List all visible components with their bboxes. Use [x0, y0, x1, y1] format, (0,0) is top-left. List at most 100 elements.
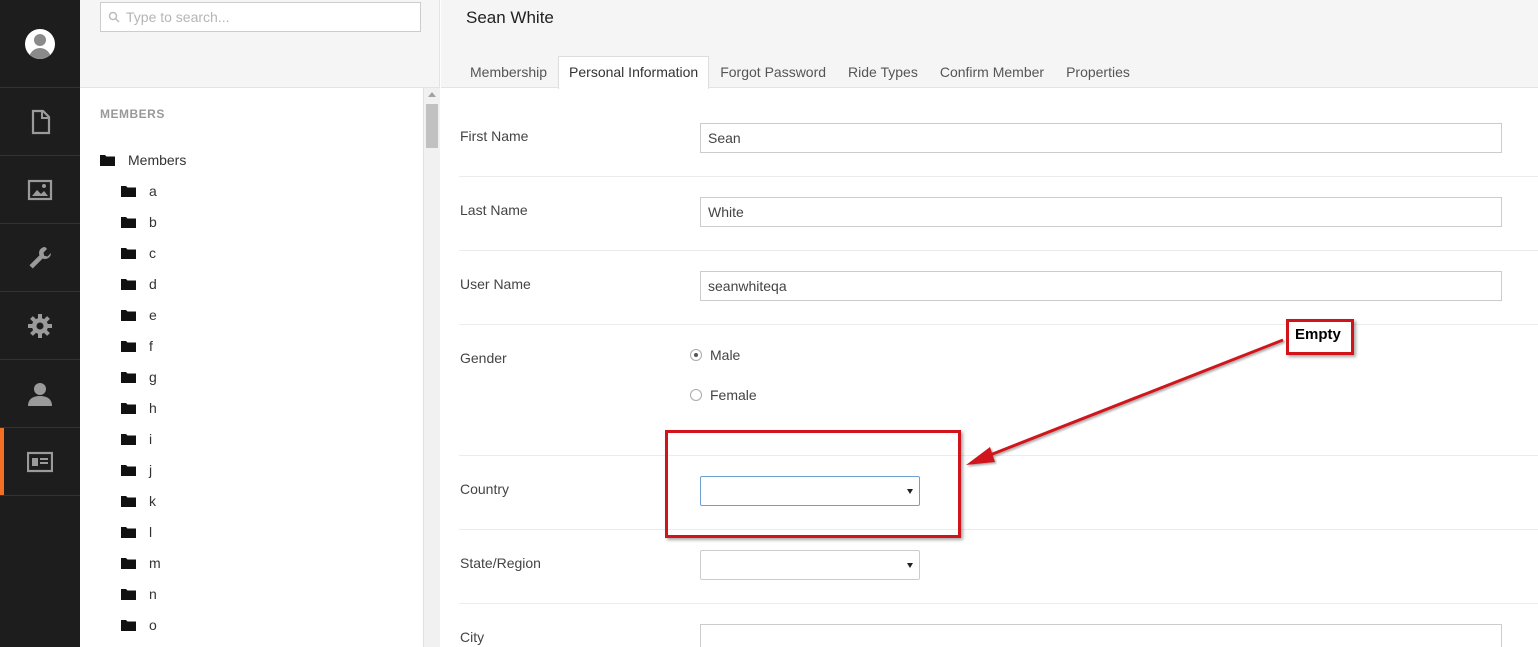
- folder-icon: [121, 588, 136, 600]
- annotation-highlight-box: [665, 430, 961, 538]
- radio-label-male: Male: [710, 347, 741, 363]
- tree-node-label: f: [149, 337, 153, 354]
- member-tree-panel: MEMBERS Members a b c d e f g h i j k l …: [80, 0, 440, 647]
- tree-node[interactable]: g: [121, 361, 420, 392]
- tree-node[interactable]: o: [121, 609, 420, 640]
- tree-node[interactable]: a: [121, 175, 420, 206]
- folder-icon: [121, 495, 136, 507]
- radio-label-female: Female: [710, 387, 757, 403]
- search-input[interactable]: [101, 3, 420, 31]
- first-name-row: First Name: [459, 89, 1538, 177]
- city-field[interactable]: [700, 624, 1502, 647]
- avatar[interactable]: [25, 28, 55, 59]
- gender-option-male[interactable]: Male: [690, 347, 740, 363]
- tree-node-label: Members: [128, 151, 187, 168]
- tree-scrollbar[interactable]: [423, 88, 440, 647]
- tree-node[interactable]: f: [121, 330, 420, 361]
- member-editor: Sean White Membership Personal Informati…: [441, 0, 1538, 647]
- gear-icon: [28, 313, 52, 338]
- user-name-row: User Name: [459, 251, 1538, 325]
- user-name-field[interactable]: [700, 271, 1502, 301]
- page-title: Sean White: [466, 8, 554, 27]
- user-icon: [28, 382, 52, 406]
- tree-node-label: n: [149, 585, 157, 602]
- tab-properties[interactable]: Properties: [1055, 56, 1141, 88]
- tree-node[interactable]: n: [121, 578, 420, 609]
- tree-node-label: l: [149, 523, 153, 540]
- scrollbar-thumb[interactable]: [426, 104, 438, 148]
- state-region-row: State/Region: [459, 530, 1538, 604]
- tree-node[interactable]: h: [121, 392, 420, 423]
- tree-children: a b c d e f g h i j k l m n o: [100, 175, 420, 640]
- tree-node[interactable]: b: [121, 206, 420, 237]
- document-icon: [31, 109, 51, 134]
- country-label: Country: [460, 481, 510, 497]
- country-row: Country: [459, 456, 1538, 530]
- nav-settings[interactable]: [0, 224, 80, 292]
- last-name-field[interactable]: [700, 197, 1502, 227]
- scroll-up-arrow-icon[interactable]: [428, 92, 436, 97]
- nav-media[interactable]: [0, 156, 80, 224]
- tree-node-label: m: [149, 554, 161, 571]
- gender-row: Gender Male Female: [459, 325, 1538, 456]
- folder-icon: [121, 340, 136, 352]
- editor-header: Sean White Membership Personal Informati…: [441, 0, 1538, 89]
- radio-button-male[interactable]: [690, 349, 702, 361]
- tree-node-label: o: [149, 616, 157, 633]
- folder-icon: [121, 464, 136, 476]
- folder-icon: [121, 309, 136, 321]
- tree-node[interactable]: k: [121, 485, 420, 516]
- annotation-label: Empty: [1286, 319, 1354, 355]
- folder-icon: [121, 402, 136, 414]
- folder-icon: [121, 216, 136, 228]
- avatar-section: [0, 0, 80, 88]
- tree-node-label: c: [149, 244, 156, 261]
- folder-icon: [121, 433, 136, 445]
- tree-node[interactable]: j: [121, 454, 420, 485]
- state-region-select[interactable]: [700, 550, 920, 580]
- nav-members[interactable]: [0, 428, 80, 496]
- folder-icon: [121, 247, 136, 259]
- tree-node[interactable]: c: [121, 237, 420, 268]
- gender-label: Gender: [460, 350, 507, 366]
- user-name-label: User Name: [460, 276, 531, 292]
- tree-node-label: e: [149, 306, 157, 323]
- nav-users[interactable]: [0, 360, 80, 428]
- member-card-icon: [27, 451, 53, 472]
- tab-forgot-password[interactable]: Forgot Password: [709, 56, 837, 88]
- nav-content[interactable]: [0, 88, 80, 156]
- nav-developer[interactable]: [0, 292, 80, 360]
- tab-personal-information[interactable]: Personal Information: [558, 56, 710, 89]
- tree-node[interactable]: d: [121, 268, 420, 299]
- folder-icon: [121, 526, 136, 538]
- folder-icon: [121, 278, 136, 290]
- tab-membership[interactable]: Membership: [459, 56, 558, 88]
- editor-tabs: Membership Personal Information Forgot P…: [459, 56, 1141, 89]
- tree-node-label: i: [149, 430, 153, 447]
- radio-button-female[interactable]: [690, 389, 702, 401]
- tab-confirm-member[interactable]: Confirm Member: [929, 56, 1055, 88]
- state-region-label: State/Region: [460, 555, 541, 571]
- folder-icon: [121, 557, 136, 569]
- gender-option-female[interactable]: Female: [690, 387, 757, 403]
- first-name-field[interactable]: [700, 123, 1502, 153]
- tree-node-label: b: [149, 213, 157, 230]
- tree-node[interactable]: m: [121, 547, 420, 578]
- tree-node[interactable]: i: [121, 423, 420, 454]
- folder-icon: [100, 154, 115, 166]
- last-name-row: Last Name: [459, 177, 1538, 251]
- tab-ride-types[interactable]: Ride Types: [837, 56, 929, 88]
- app-navigation: [0, 0, 80, 647]
- tree-node[interactable]: l: [121, 516, 420, 547]
- folder-icon: [121, 619, 136, 631]
- wrench-icon: [29, 246, 51, 268]
- tree-node[interactable]: e: [121, 299, 420, 330]
- tree-node-label: k: [149, 492, 156, 509]
- tree-node-label: g: [149, 368, 157, 385]
- folder-icon: [121, 371, 136, 383]
- tree-node-members[interactable]: Members: [100, 144, 420, 175]
- tree-node-label: d: [149, 275, 157, 292]
- tree-section-title: MEMBERS: [100, 107, 165, 121]
- last-name-label: Last Name: [460, 202, 528, 218]
- tree-node-label: h: [149, 399, 157, 416]
